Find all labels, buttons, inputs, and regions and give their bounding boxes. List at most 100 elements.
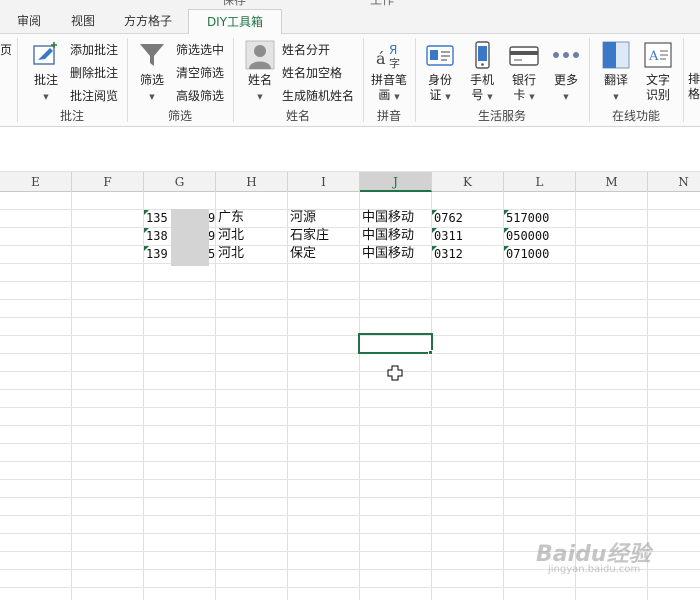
column-header-j[interactable]: J bbox=[360, 172, 432, 192]
page-button-fragment[interactable]: 页 bbox=[0, 41, 12, 58]
column-header-l[interactable]: L bbox=[504, 172, 576, 192]
cell-h-province[interactable]: 河北 bbox=[216, 245, 288, 263]
tab-review[interactable]: 审阅 bbox=[6, 9, 52, 34]
cell-j-carrier[interactable]: 中国移动 bbox=[360, 245, 432, 263]
name-button[interactable]: 姓名 ▼ bbox=[240, 40, 280, 105]
group-label: 姓名 bbox=[285, 109, 310, 123]
pinyin-stroke-button[interactable]: á Я 字 拼音笔 画 ▼ bbox=[366, 40, 412, 105]
person-avatar-icon bbox=[245, 40, 275, 70]
group-label: 生活服务 bbox=[477, 109, 526, 123]
ribbon: 页 批注 ▼ 添加批注 删除批注 批注阅览 批注 筛选 ▼ 筛选选中 清空筛选 … bbox=[0, 34, 700, 127]
cell-k-area-code[interactable]: 0311 bbox=[432, 227, 504, 245]
column-header-m[interactable]: M bbox=[576, 172, 648, 192]
chevron-down-icon: ▼ bbox=[257, 93, 263, 101]
comment-button-label: 批注 bbox=[33, 73, 58, 87]
cell-i-city[interactable]: 保定 bbox=[288, 245, 360, 263]
phone-label-line1: 手机 bbox=[469, 73, 494, 87]
cell-i-city[interactable]: 河源 bbox=[288, 209, 360, 227]
svg-text:á: á bbox=[376, 49, 386, 68]
translate-button[interactable]: 翻译 ▼ bbox=[596, 40, 636, 105]
redaction-block bbox=[171, 209, 209, 266]
chevron-down-icon: ▼ bbox=[613, 93, 619, 101]
column-header-h[interactable]: H bbox=[216, 172, 288, 192]
pinyin-label-line1: 拼音笔 bbox=[370, 73, 407, 87]
cell-k-area-code[interactable]: 0312 bbox=[432, 245, 504, 263]
advanced-filter-button[interactable]: 高级筛选 bbox=[176, 87, 224, 104]
title-fragment: 工作 bbox=[370, 0, 395, 7]
cell-j-carrier[interactable]: 中国移动 bbox=[360, 209, 432, 227]
id-card-label-line1: 身份 bbox=[427, 73, 452, 87]
clipped-label-2: 格 bbox=[688, 87, 700, 101]
column-header-g[interactable]: G bbox=[144, 172, 216, 192]
name-button-label: 姓名 bbox=[247, 73, 272, 87]
chevron-down-icon: ▼ bbox=[394, 93, 400, 101]
browse-comments-button[interactable]: 批注阅览 bbox=[70, 87, 118, 104]
cell-j-carrier[interactable]: 中国移动 bbox=[360, 227, 432, 245]
phone-label-line2: 号 bbox=[471, 88, 484, 102]
filter-group: 筛选 ▼ 筛选选中 清空筛选 高级筛选 筛选 bbox=[128, 34, 232, 127]
text-recognition-line2: 识别 bbox=[645, 88, 670, 102]
fill-handle[interactable] bbox=[428, 350, 433, 355]
chevron-down-icon: ▼ bbox=[563, 93, 569, 101]
group-label: 在线功能 bbox=[611, 109, 660, 123]
formula-bar-area[interactable] bbox=[0, 128, 700, 172]
cell-l-postcode[interactable]: 517000 bbox=[504, 209, 576, 227]
mobile-phone-icon bbox=[475, 41, 490, 69]
column-header-row: E F G H I J K L M N bbox=[0, 172, 700, 192]
pinyin-label-line2: 画 bbox=[378, 88, 391, 102]
filter-selected-button[interactable]: 筛选选中 bbox=[176, 41, 224, 58]
comment-button[interactable]: 批注 ▼ bbox=[26, 40, 66, 105]
svg-text:Я: Я bbox=[389, 43, 397, 57]
name-add-space-button[interactable]: 姓名加空格 bbox=[282, 64, 342, 81]
delete-comment-button[interactable]: 删除批注 bbox=[70, 64, 118, 81]
translate-label: 翻译 bbox=[603, 73, 628, 87]
random-name-button[interactable]: 生成随机姓名 bbox=[282, 87, 354, 104]
bank-card-button[interactable]: 银行 卡 ▼ bbox=[504, 40, 544, 105]
cell-l-postcode[interactable]: 071000 bbox=[504, 245, 576, 263]
column-header-n[interactable]: N bbox=[648, 172, 700, 192]
more-dots-icon bbox=[553, 52, 579, 58]
more-button[interactable]: 更多 ▼ bbox=[546, 40, 586, 105]
id-card-icon bbox=[426, 45, 454, 66]
svg-text:字: 字 bbox=[389, 56, 400, 70]
cell-l-postcode[interactable]: 050000 bbox=[504, 227, 576, 245]
cell-cursor-icon bbox=[387, 365, 403, 381]
name-group: 姓名 ▼ 姓名分开 姓名加空格 生成随机姓名 姓名 bbox=[234, 34, 362, 127]
tab-fangfang[interactable]: 方方格子 bbox=[114, 9, 182, 34]
add-comment-button[interactable]: 添加批注 bbox=[70, 41, 118, 58]
pinyin-group: á Я 字 拼音笔 画 ▼ 拼音 bbox=[364, 34, 414, 127]
spreadsheet-grid[interactable]: 135 9 广东 河源 中国移动 0762 517000 138 9 河北 石家… bbox=[0, 192, 700, 600]
clipped-ribbon-button[interactable]: 排 格 bbox=[688, 72, 700, 102]
bank-card-icon bbox=[509, 46, 539, 66]
tab-view[interactable]: 视图 bbox=[58, 9, 108, 34]
split-name-button[interactable]: 姓名分开 bbox=[282, 41, 330, 58]
cell-i-city[interactable]: 石家庄 bbox=[288, 227, 360, 245]
column-header-i[interactable]: I bbox=[288, 172, 360, 192]
chevron-down-icon: ▼ bbox=[445, 93, 451, 101]
phone-number-button[interactable]: 手机 号 ▼ bbox=[462, 40, 502, 105]
active-cell-selection[interactable] bbox=[358, 333, 433, 354]
id-card-label-line2: 证 bbox=[429, 88, 442, 102]
filter-button[interactable]: 筛选 ▼ bbox=[134, 40, 170, 105]
text-recognition-icon: A bbox=[644, 42, 672, 68]
group-label: 拼音 bbox=[376, 109, 401, 123]
clear-filter-button[interactable]: 清空筛选 bbox=[176, 64, 224, 81]
column-header-f[interactable]: F bbox=[72, 172, 144, 192]
cell-h-province[interactable]: 河北 bbox=[216, 227, 288, 245]
tab-diy-toolbox[interactable]: DIY工具箱 bbox=[188, 9, 282, 35]
translate-icon bbox=[602, 41, 630, 69]
cell-k-area-code[interactable]: 0762 bbox=[432, 209, 504, 227]
watermark-url: jingyan.baidu.com bbox=[548, 564, 641, 575]
chevron-down-icon: ▼ bbox=[149, 93, 155, 101]
column-header-e[interactable]: E bbox=[0, 172, 72, 192]
svg-text:A: A bbox=[648, 49, 659, 64]
life-service-group: 身份 证 ▼ 手机 号 ▼ 银行 卡 ▼ 更多 ▼ 生活服务 bbox=[416, 34, 588, 127]
id-card-button[interactable]: 身份 证 ▼ bbox=[420, 40, 460, 105]
filter-funnel-icon bbox=[140, 44, 164, 66]
bank-card-label-line1: 银行 bbox=[511, 73, 536, 87]
column-header-k[interactable]: K bbox=[432, 172, 504, 192]
clipped-label-1: 排 bbox=[688, 72, 700, 86]
chevron-down-icon: ▼ bbox=[487, 93, 493, 101]
cell-h-province[interactable]: 广东 bbox=[216, 209, 288, 227]
text-recognition-button[interactable]: A 文字 识别 bbox=[638, 40, 678, 103]
